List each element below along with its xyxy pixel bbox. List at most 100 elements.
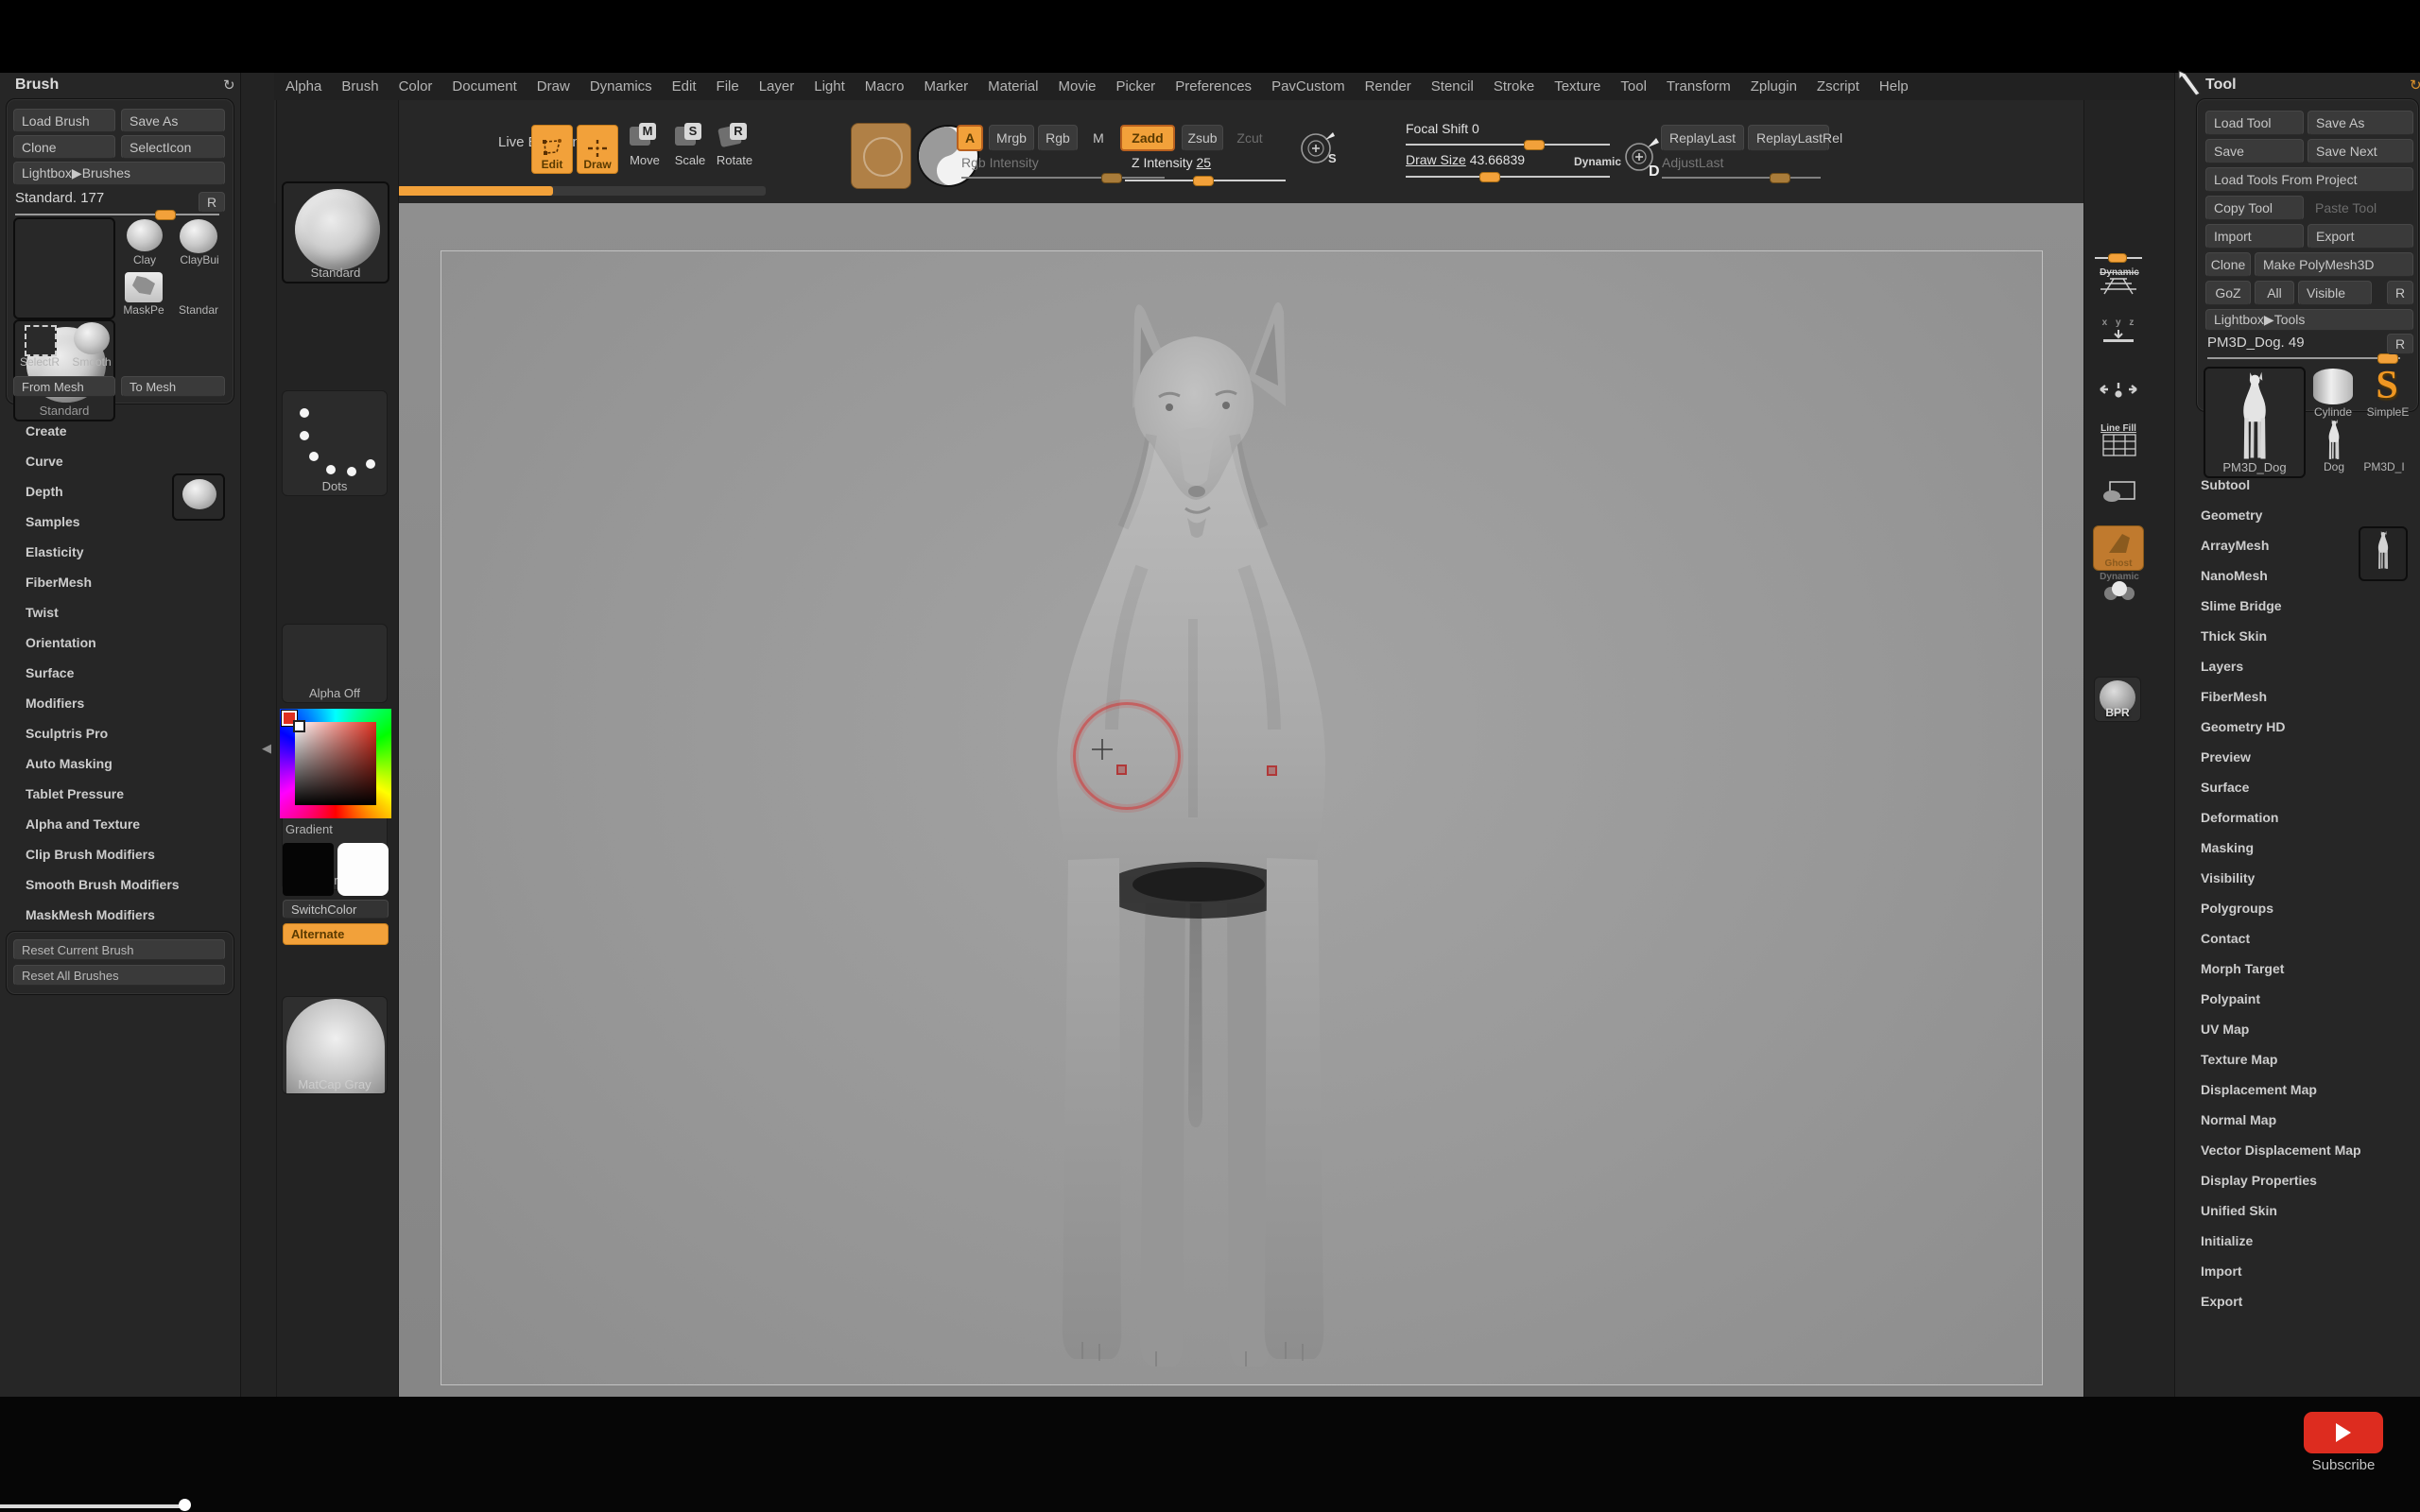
menu-bar-item[interactable]: Stencil	[1431, 78, 1474, 94]
alpha-thumbnail[interactable]: Alpha Off	[282, 624, 388, 703]
tool-section-item[interactable]: Unified Skin	[2175, 1195, 2417, 1226]
tray-divider-bar[interactable]	[397, 186, 553, 196]
tool-section-item[interactable]: Displacement Map	[2175, 1074, 2417, 1105]
menu-bar-item[interactable]: Light	[814, 78, 845, 94]
rgb-intensity-knob[interactable]	[1101, 173, 1122, 183]
color-picker[interactable]	[280, 709, 391, 818]
a-toggle-button[interactable]: A	[957, 125, 983, 151]
menu-bar-item[interactable]: Dynamics	[590, 78, 652, 94]
tool-section-item[interactable]: Vector Displacement Map	[2175, 1135, 2417, 1165]
bpr-render-button[interactable]: BPR	[2094, 677, 2141, 722]
tool-section-item[interactable]: ArrayMesh	[2175, 530, 2417, 560]
brush-thumb-standard[interactable]	[13, 217, 115, 319]
brush-r-button[interactable]: R	[199, 192, 225, 213]
menu-bar-item[interactable]: PavCustom	[1271, 78, 1345, 94]
tool-section-item[interactable]: Deformation	[2175, 802, 2417, 833]
brush-section-item[interactable]: Clip Brush Modifiers	[0, 839, 236, 869]
tool-section-item[interactable]: Initialize	[2175, 1226, 2417, 1256]
canvas-viewport[interactable]	[397, 203, 2083, 1397]
brush-section-item[interactable]: MaskMesh Modifiers	[0, 900, 236, 930]
alternate-button[interactable]: Alternate	[283, 923, 389, 945]
menu-bar-item[interactable]: Zscript	[1817, 78, 1859, 94]
menu-bar-item[interactable]: Draw	[537, 78, 570, 94]
adjust-last-label[interactable]: AdjustLast	[1662, 155, 1723, 170]
focal-shift-icon[interactable]: S	[1297, 127, 1340, 170]
replay-last-button[interactable]: ReplayLast	[1661, 125, 1744, 151]
selected-tool-thumb[interactable]: PM3D_Dog	[2204, 367, 2306, 478]
persp-icon[interactable]	[2099, 277, 2138, 296]
transparency-icon[interactable]	[2102, 480, 2136, 503]
select-icon-button[interactable]: SelectIcon	[121, 135, 225, 159]
polyframe-icon[interactable]	[2102, 434, 2136, 456]
menu-bar-item[interactable]: Help	[1879, 78, 1909, 94]
tool-section-item[interactable]: Geometry HD	[2175, 712, 2417, 742]
reset-all-brushes-button[interactable]: Reset All Brushes	[13, 965, 225, 986]
brush-thumb-clay-icon[interactable]	[127, 219, 163, 251]
tool-section-item[interactable]: Visibility	[2175, 863, 2417, 893]
menu-bar-item[interactable]: Texture	[1554, 78, 1600, 94]
focal-shift-knob[interactable]	[1524, 140, 1545, 150]
tool-section-item[interactable]: NanoMesh	[2175, 560, 2417, 591]
subscribe-button[interactable]	[2304, 1412, 2383, 1453]
menu-bar-item[interactable]: Document	[452, 78, 516, 94]
menu-bar-item[interactable]: Movie	[1058, 78, 1096, 94]
brush-select-slider[interactable]	[15, 214, 219, 215]
brush-section-item[interactable]: Orientation	[0, 627, 236, 658]
menu-bar-item[interactable]: Preferences	[1175, 78, 1252, 94]
video-progress-bar[interactable]	[0, 1504, 184, 1508]
goz-all-button[interactable]: All	[2255, 281, 2294, 305]
rgb-intensity-slider[interactable]	[961, 177, 1165, 179]
brush-section-item[interactable]: Curve	[0, 446, 236, 476]
draw-size-label[interactable]: Draw Size 43.66839	[1406, 152, 1525, 167]
floor-axes-label[interactable]: x y z	[2093, 318, 2146, 328]
brush-section-item[interactable]: Elasticity	[0, 537, 236, 567]
adjust-last-slider[interactable]	[1662, 177, 1821, 179]
menu-bar-item[interactable]: Transform	[1667, 78, 1731, 94]
save-next-button[interactable]: Save Next	[2308, 139, 2413, 163]
goz-r-button[interactable]: R	[2387, 281, 2413, 305]
draw-button[interactable]: Draw	[577, 125, 618, 174]
tool-section-item[interactable]: Polygroups	[2175, 893, 2417, 923]
tool-section-item[interactable]: Subtool	[2175, 470, 2417, 500]
load-tool-button[interactable]: Load Tool	[2205, 111, 2304, 135]
zsub-button[interactable]: Zsub	[1182, 125, 1223, 151]
menu-bar-item[interactable]: Macro	[865, 78, 905, 94]
focal-shift-label[interactable]: Focal Shift 0	[1406, 121, 1479, 136]
saturation-square[interactable]	[295, 722, 376, 805]
rotate-button[interactable]: R Rotate	[713, 127, 756, 174]
tool-section-item[interactable]: Geometry	[2175, 500, 2417, 530]
restore-config-icon[interactable]: ↻	[2410, 77, 2420, 94]
brush-thumb-claybui-icon[interactable]	[180, 219, 217, 253]
brush-section-item[interactable]: Surface	[0, 658, 236, 688]
zadd-button[interactable]: Zadd	[1120, 125, 1175, 151]
stroke-thumbnail[interactable]: Dots	[282, 390, 388, 496]
move-button[interactable]: M Move	[624, 127, 666, 174]
z-intensity-label[interactable]: Z Intensity 25	[1132, 155, 1211, 170]
tool-section-item[interactable]: Masking	[2175, 833, 2417, 863]
make-polymesh3d-button[interactable]: Make PolyMesh3D	[2255, 252, 2413, 277]
tool-section-item[interactable]: FiberMesh	[2175, 681, 2417, 712]
adjust-last-knob[interactable]	[1770, 173, 1790, 183]
tool-section-item[interactable]: Export	[2175, 1286, 2417, 1316]
draw-size-knob[interactable]	[1479, 172, 1500, 182]
brush-thumb-selectr-icon[interactable]	[25, 325, 57, 356]
brush-section-item[interactable]: FiberMesh	[0, 567, 236, 597]
save-tool-button[interactable]: Save	[2205, 139, 2304, 163]
current-brush-name[interactable]: Standard. 177	[15, 190, 104, 206]
tool-section-item[interactable]: Slime Bridge	[2175, 591, 2417, 621]
ghost-button[interactable]: Ghost	[2093, 525, 2144, 571]
subscribe-label[interactable]: Subscribe	[2291, 1457, 2395, 1473]
save-as-tool-button[interactable]: Save As	[2308, 111, 2413, 135]
brush-section-item[interactable]: Twist	[0, 597, 236, 627]
rgb-intensity-label[interactable]: Rgb Intensity	[961, 155, 1039, 170]
brush-section-item[interactable]: Auto Masking	[0, 748, 236, 779]
menu-bar-item[interactable]: Tool	[1620, 78, 1647, 94]
edit-button[interactable]: Edit	[531, 125, 573, 174]
load-brush-button[interactable]: Load Brush	[13, 109, 115, 132]
spix-knob[interactable]	[2108, 253, 2127, 263]
tool-section-item[interactable]: Display Properties	[2175, 1165, 2417, 1195]
brush-section-item[interactable]: Tablet Pressure	[0, 779, 236, 809]
tool-section-item[interactable]: Thick Skin	[2175, 621, 2417, 651]
brush-section-item[interactable]: Modifiers	[0, 688, 236, 718]
solo-icon[interactable]	[2102, 580, 2136, 601]
